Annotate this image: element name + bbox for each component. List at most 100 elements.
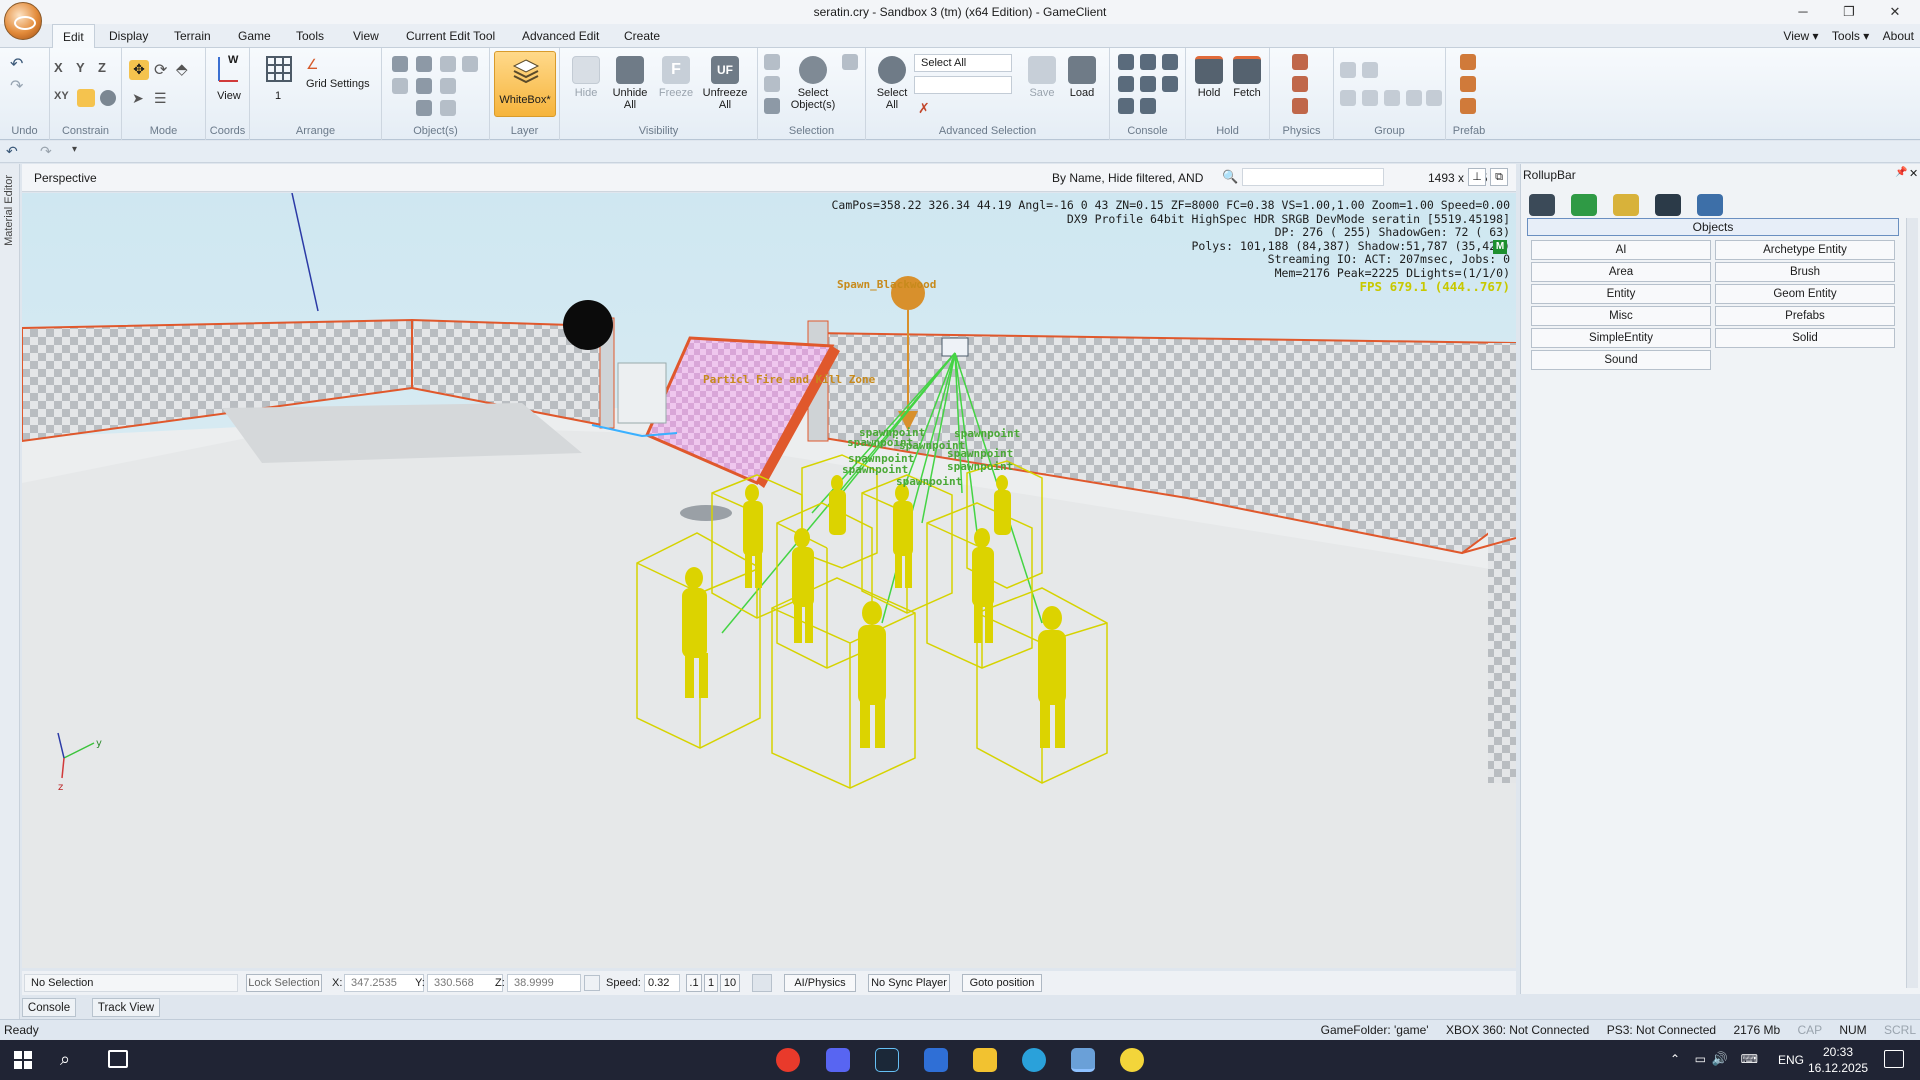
rollup-close-icon[interactable]: ✕: [1909, 167, 1918, 180]
qat-customize-icon[interactable]: ▾: [72, 144, 77, 155]
angle-snap-icon[interactable]: ∠: [306, 56, 319, 73]
material-editor-tab[interactable]: Material Editor: [3, 175, 15, 246]
object-archetype-entity-button[interactable]: Archetype Entity: [1715, 240, 1895, 260]
grid-size-dropdown[interactable]: 1: [275, 90, 281, 102]
select-invert-icon[interactable]: [764, 98, 780, 114]
yandex-browser-icon[interactable]: [776, 1048, 800, 1072]
grid-settings-button[interactable]: Grid Settings: [306, 78, 370, 90]
object-geom-entity-button[interactable]: Geom Entity: [1715, 284, 1895, 304]
unfreeze-all-button[interactable]: UF Unfreeze All: [700, 56, 750, 111]
tab-edit[interactable]: Edit: [52, 24, 95, 49]
grid-align-icon[interactable]: [440, 100, 456, 116]
task-view-icon[interactable]: [108, 1050, 128, 1068]
clock-time[interactable]: 20:33: [1808, 1045, 1868, 1059]
network-icon[interactable]: ▭: [1695, 1052, 1706, 1066]
console-icon-2[interactable]: [1140, 54, 1156, 70]
rotate-icon[interactable]: ⟳: [154, 60, 167, 80]
console-icon-4[interactable]: [1118, 76, 1134, 92]
clock-date[interactable]: 16.12.2025: [1808, 1061, 1868, 1075]
load-selection-button[interactable]: Load: [1064, 56, 1100, 99]
constrain-x-button[interactable]: X: [54, 60, 63, 75]
speed-preset-10[interactable]: 10: [720, 974, 740, 992]
windows-start-icon[interactable]: [14, 1051, 32, 1069]
steam-icon[interactable]: [875, 1048, 899, 1072]
object-tool-icon[interactable]: [416, 56, 432, 72]
tab-current-edit-tool[interactable]: Current Edit Tool: [406, 29, 495, 43]
undo-icon[interactable]: ↶: [10, 54, 23, 74]
z-coordinate-field[interactable]: 38.9999: [507, 974, 581, 992]
notifications-icon[interactable]: [1884, 1050, 1904, 1068]
object-area-button[interactable]: Area: [1531, 262, 1711, 282]
tab-track-view[interactable]: Track View: [92, 998, 160, 1017]
constrain-xy-button[interactable]: XY: [54, 90, 69, 102]
display-tab-icon[interactable]: [1655, 194, 1681, 216]
menu-about[interactable]: About: [1883, 29, 1914, 43]
terrain-snap-icon[interactable]: [77, 89, 95, 107]
telegram-icon[interactable]: [1022, 1048, 1046, 1072]
prefab-extract-icon[interactable]: [1460, 98, 1476, 114]
prefab-open-icon[interactable]: [1460, 76, 1476, 92]
tab-advanced-edit[interactable]: Advanced Edit: [522, 29, 599, 43]
console-icon-7[interactable]: [1118, 98, 1134, 114]
console-icon-1[interactable]: [1118, 54, 1134, 70]
align-icon[interactable]: [440, 56, 456, 72]
search-icon[interactable]: 🔍: [1222, 169, 1238, 185]
console-icon-3[interactable]: [1162, 54, 1178, 70]
group-link-icon[interactable]: [1426, 90, 1442, 106]
console-icon-8[interactable]: [1140, 98, 1156, 114]
constrain-z-button[interactable]: Z: [98, 60, 106, 75]
selection-set-dropdown[interactable]: [914, 76, 1012, 94]
group-icon[interactable]: [1340, 62, 1356, 78]
tab-terrain[interactable]: Terrain: [174, 29, 211, 43]
redo-icon[interactable]: ↷: [10, 76, 23, 96]
object-solid-button[interactable]: Solid: [1715, 328, 1895, 348]
viewport-search-input[interactable]: [1242, 168, 1384, 186]
x-coordinate-field[interactable]: 347.2535: [344, 974, 424, 992]
language-indicator[interactable]: ENG: [1778, 1053, 1804, 1067]
minimize-button[interactable]: ─: [1788, 2, 1818, 22]
modify-tab-icon[interactable]: [1613, 194, 1639, 216]
sandbox-app-icon[interactable]: [1071, 1048, 1095, 1072]
prefab-make-icon[interactable]: [1460, 54, 1476, 70]
ai-physics-button[interactable]: AI/Physics: [784, 974, 856, 992]
layers-tab-icon[interactable]: [1697, 194, 1723, 216]
console-icon-6[interactable]: [1162, 76, 1178, 92]
app-menu-orb-icon[interactable]: [4, 2, 42, 40]
goto-position-button[interactable]: Goto position: [962, 974, 1042, 992]
object-entity-button[interactable]: Entity: [1531, 284, 1711, 304]
speed-input[interactable]: 0.32: [644, 974, 680, 992]
volume-icon[interactable]: 🔊: [1712, 1051, 1728, 1067]
object-sound-button[interactable]: Sound: [1531, 350, 1711, 370]
tab-create[interactable]: Create: [624, 29, 660, 43]
spawnpoint-label[interactable]: spawnpoint: [947, 460, 1013, 473]
spawnpoint-label[interactable]: spawnpoint: [947, 447, 1013, 460]
objects-tab-icon[interactable]: [1529, 194, 1555, 216]
spawnpoint-label[interactable]: spawnpoint: [954, 427, 1020, 440]
spawnpoint-label[interactable]: spawnpoint: [896, 475, 962, 488]
unhide-all-button[interactable]: Unhide All: [608, 56, 652, 111]
group-detach-icon[interactable]: [1406, 90, 1422, 106]
group-close-icon[interactable]: [1362, 90, 1378, 106]
coords-view-button[interactable]: View: [214, 90, 244, 102]
rollup-scrollbar[interactable]: [1906, 218, 1918, 988]
spawn-label[interactable]: Spawn_Blackwood: [837, 278, 936, 291]
speed-preset-1[interactable]: 1: [704, 974, 718, 992]
freeze-button[interactable]: F Freeze: [656, 56, 696, 99]
select-cross-icon[interactable]: [764, 76, 780, 92]
qat-redo-icon[interactable]: ↷: [40, 143, 52, 160]
move-icon[interactable]: ✥: [129, 60, 149, 80]
fire-zone-label[interactable]: Particl Fire and Kill Zone: [703, 373, 875, 386]
lock-coords-icon[interactable]: [584, 975, 600, 991]
ungroup-icon[interactable]: [1362, 62, 1378, 78]
qat-undo-icon[interactable]: ↶: [6, 143, 18, 160]
gear-icon[interactable]: [1140, 76, 1156, 92]
whitebox-layer-button[interactable]: WhiteBox*: [494, 51, 556, 117]
tab-display[interactable]: Display: [109, 29, 148, 43]
tab-console[interactable]: Console: [22, 998, 76, 1017]
viewport-title[interactable]: Perspective: [34, 171, 97, 185]
tab-view[interactable]: View: [353, 29, 379, 43]
select-rect-icon[interactable]: [764, 54, 780, 70]
object-misc-button[interactable]: Misc: [1531, 306, 1711, 326]
grid-icon[interactable]: [266, 56, 292, 82]
copy-icon[interactable]: [416, 78, 432, 94]
